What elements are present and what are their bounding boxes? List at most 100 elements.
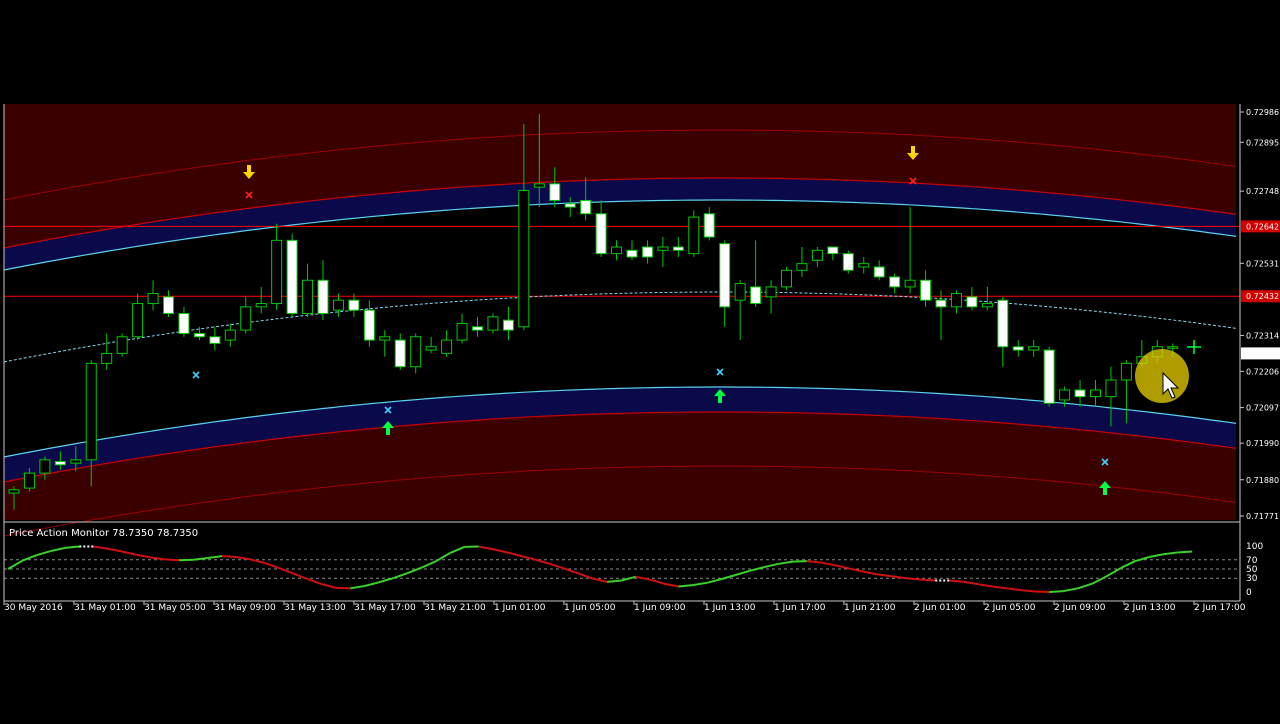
- oscillator-segment: [193, 558, 207, 560]
- oscillator-segment: [507, 552, 521, 556]
- candle-body: [550, 184, 560, 201]
- oscillator-segment: [1121, 561, 1135, 568]
- candle-body: [241, 307, 251, 330]
- candle-body: [55, 461, 65, 464]
- indicator-levels-grid: [4, 560, 1240, 578]
- oscillator-segment: [37, 551, 51, 555]
- candle-body: [86, 363, 96, 459]
- oscillator-segment: [536, 560, 550, 564]
- oscillator-segment: [365, 582, 379, 586]
- candle-body: [442, 340, 452, 353]
- time-label: 31 May 13:00: [284, 603, 346, 613]
- candle-body: [751, 287, 761, 304]
- oscillator-segment: [778, 562, 792, 564]
- time-tick: 1 Jun 01:00: [494, 601, 546, 613]
- oscillator-segment: [721, 575, 735, 579]
- candle-body: [411, 337, 421, 367]
- oscillator-segment: [1163, 552, 1177, 554]
- oscillator-segment: [664, 584, 678, 587]
- time-label: 1 Jun 13:00: [704, 603, 756, 613]
- candle-body: [921, 280, 931, 300]
- oscillator-segment: [693, 583, 707, 585]
- candle-body: [102, 353, 112, 363]
- price-tick: 0.72531: [1240, 259, 1279, 268]
- price-label: 0.72531: [1246, 259, 1279, 268]
- indicator-panel[interactable]: Price Action Monitor 78.7350 78.7350 100…: [4, 522, 1263, 598]
- candle: [287, 234, 297, 317]
- candle-body: [164, 297, 174, 314]
- oscillator-segment: [165, 559, 179, 560]
- oscillator-segment: [1149, 554, 1163, 557]
- time-tick: 31 May 13:00: [284, 601, 346, 613]
- time-label: 31 May 17:00: [354, 603, 416, 613]
- candle-body: [1029, 347, 1039, 350]
- time-tick: 1 Jun 05:00: [564, 601, 616, 613]
- candle-body: [364, 310, 374, 340]
- time-tick: 1 Jun 21:00: [844, 601, 896, 613]
- candle-body: [812, 250, 822, 260]
- oscillator-segment: [636, 577, 650, 580]
- time-label: 2 Jun 17:00: [1194, 603, 1246, 613]
- candle-body: [395, 340, 405, 367]
- candle-body: [843, 254, 853, 271]
- level-label: 30: [1246, 574, 1258, 584]
- oscillator-segment: [992, 586, 1006, 588]
- price-tick: 0.71771: [1240, 512, 1279, 521]
- oscillator-segment: [921, 580, 935, 581]
- price-label: 0.72986: [1246, 108, 1279, 117]
- price-label: 0.72748: [1246, 187, 1279, 196]
- candle-body: [859, 264, 869, 267]
- oscillator-segment: [236, 557, 250, 559]
- oscillator-segment: [308, 579, 322, 584]
- price-axis[interactable]: 0.72986 0.72895 0.72748 0.72531 0.72314 0.722…: [1240, 108, 1280, 521]
- time-label: 1 Jun 21:00: [844, 603, 896, 613]
- oscillator-segment: [322, 584, 336, 588]
- oscillator-segment: [422, 561, 436, 567]
- oscillator-segment: [678, 585, 692, 586]
- oscillator-segment: [350, 586, 364, 588]
- time-tick: 31 May 01:00: [74, 601, 136, 613]
- price-label: 0.72314: [1246, 331, 1279, 340]
- oscillator-segment: [493, 549, 507, 552]
- price-highlight-tag: 0.72260: [1241, 347, 1280, 359]
- oscillator-segment: [907, 578, 921, 579]
- price-chart[interactable]: 0.72986 0.72895 0.72748 0.72531 0.72314 0.722…: [0, 0, 1280, 720]
- candle-body: [1121, 363, 1131, 380]
- time-label: 2 Jun 01:00: [914, 603, 966, 613]
- candle-body: [272, 240, 282, 303]
- price-panel[interactable]: [4, 104, 1240, 536]
- time-axis[interactable]: 30 May 201631 May 01:0031 May 05:0031 Ma…: [4, 601, 1246, 613]
- candle-body: [951, 294, 961, 307]
- candle-body: [380, 337, 390, 340]
- time-label: 2 Jun 05:00: [984, 603, 1036, 613]
- candle-body: [148, 294, 158, 304]
- candle-body: [1044, 350, 1054, 403]
- candle: [117, 333, 127, 356]
- time-tick: 31 May 21:00: [424, 601, 486, 613]
- price-label: 0.72895: [1246, 138, 1279, 147]
- oscillator-segment: [94, 546, 108, 548]
- time-tick: 31 May 05:00: [144, 601, 206, 613]
- oscillator-segment: [878, 575, 892, 577]
- price-label: 0.72097: [1246, 404, 1279, 413]
- oscillator-segment: [1049, 591, 1063, 592]
- oscillator-segment: [222, 556, 236, 557]
- cursor-highlight-circle: [1135, 349, 1189, 403]
- candle-body: [303, 280, 313, 313]
- candle-body: [967, 297, 977, 307]
- candle-body: [1091, 390, 1101, 397]
- time-label: 2 Jun 09:00: [1054, 603, 1106, 613]
- oscillator-segment: [607, 581, 621, 582]
- candle-body: [828, 247, 838, 254]
- oscillator-segment: [1078, 584, 1092, 589]
- price-label: 0.72206: [1246, 367, 1279, 376]
- candle-body: [1060, 390, 1070, 400]
- time-label: 31 May 09:00: [214, 603, 276, 613]
- time-tick: 2 Jun 01:00: [914, 601, 966, 613]
- time-tick: 2 Jun 05:00: [984, 601, 1036, 613]
- candle-body: [735, 284, 745, 301]
- candle-body: [210, 337, 220, 344]
- candle-body: [71, 460, 81, 463]
- candle-body: [982, 304, 992, 307]
- price-highlight-tag: 0.72432: [1241, 290, 1280, 302]
